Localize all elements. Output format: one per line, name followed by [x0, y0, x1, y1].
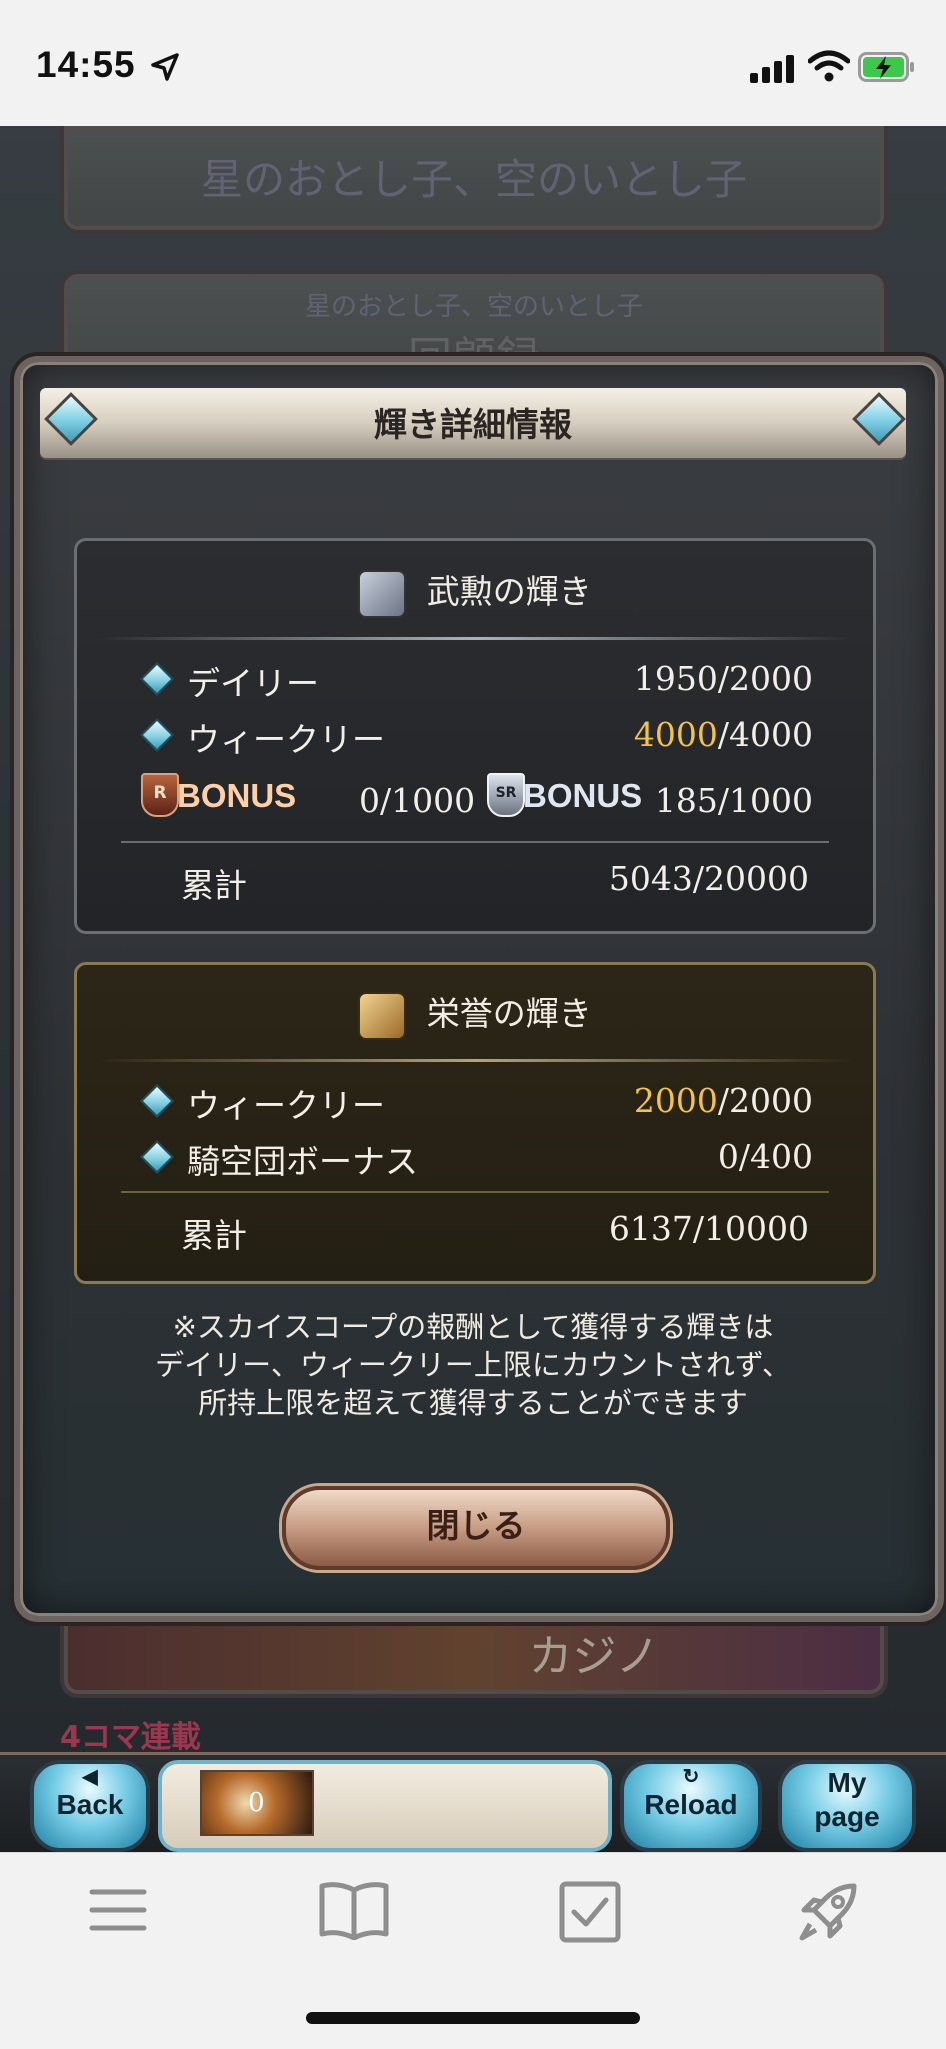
- row-value: 1950/2000: [633, 659, 813, 698]
- total-value: 6137/10000: [608, 1209, 809, 1248]
- header-divider: [97, 1059, 853, 1062]
- status-time: 14:55: [36, 44, 136, 85]
- bonus-sr-value: 185/1000: [654, 781, 813, 820]
- mypage-button[interactable]: My page: [778, 1760, 916, 1852]
- rocket-icon[interactable]: [796, 1880, 860, 1944]
- total-label: 累計: [181, 1216, 247, 1255]
- daily-row: デイリー 1950/2000: [137, 657, 813, 703]
- reload-label: Reload: [644, 1789, 738, 1820]
- reload-button[interactable]: ↻ Reload: [620, 1760, 762, 1852]
- battery-charging-icon: [858, 52, 914, 82]
- back-arrow-icon: ◀: [82, 1766, 98, 1788]
- bonus-sr-label: BONUS: [523, 777, 643, 814]
- honor-glow-section: 栄誉の輝き ウィークリー 2000/2000 騎空団ボーナス 0/400 累計 …: [74, 962, 876, 1284]
- reload-icon: ↻: [682, 1766, 700, 1788]
- bonus-r-value: 0/1000: [359, 781, 476, 820]
- orb-count: 0: [248, 1788, 265, 1818]
- mypage-label-line2: page: [814, 1801, 880, 1832]
- row-value: 4000/4000: [633, 715, 813, 754]
- weekly-row: ウィークリー 2000/2000: [137, 1079, 813, 1125]
- total-label: 累計: [181, 866, 247, 905]
- menu-icon[interactable]: [88, 1880, 148, 1940]
- section-header: 栄誉の輝き: [77, 987, 873, 1040]
- row-separator: [121, 1191, 829, 1193]
- back-label: Back: [56, 1789, 124, 1820]
- close-button[interactable]: 閉じる: [282, 1486, 670, 1570]
- crew-bonus-row: 騎空団ボーナス 0/400: [137, 1135, 813, 1181]
- cellular-signal-icon: [750, 55, 794, 83]
- row-label: ウィークリー: [187, 720, 385, 759]
- note-line: 所持上限を超えて獲得することができます: [198, 1386, 748, 1420]
- total-value: 5043/20000: [608, 859, 809, 898]
- valor-glow-section: 武勲の輝き デイリー 1950/2000 ウィークリー 4000/4000 R …: [74, 538, 876, 934]
- skyscope-note: ※スカイスコープの報酬として獲得する輝きは デイリー、ウィークリー上限にカウント…: [80, 1308, 866, 1422]
- header-divider: [97, 637, 853, 640]
- diamond-bullet-icon: [140, 1084, 174, 1118]
- r-badge-icon: R: [141, 773, 179, 817]
- row-value: 0/400: [717, 1137, 813, 1176]
- book-icon[interactable]: [318, 1880, 390, 1940]
- location-arrow-icon: [151, 53, 179, 81]
- section-title: 栄誉の輝き: [426, 994, 592, 1033]
- row-value: 2000/2000: [633, 1081, 813, 1120]
- row-label: ウィークリー: [187, 1086, 385, 1125]
- diamond-bullet-icon: [140, 662, 174, 696]
- home-indicator[interactable]: [306, 2012, 640, 2024]
- row-separator: [121, 841, 829, 843]
- note-line: ※スカイスコープの報酬として獲得する輝きは: [172, 1310, 774, 1344]
- dialog-title: 輝き詳細情報: [374, 405, 572, 444]
- weekly-row: ウィークリー 4000/4000: [137, 713, 813, 759]
- wifi-icon: [808, 50, 850, 82]
- row-label: デイリー: [187, 664, 319, 703]
- back-button[interactable]: ◀ Back: [30, 1760, 150, 1852]
- section-title: 武勲の輝き: [426, 572, 592, 611]
- mypage-label-line1: My: [827, 1767, 867, 1798]
- valor-glow-icon: [358, 569, 407, 618]
- bonus-r-label: BONUS: [177, 777, 297, 814]
- row-label: 騎空団ボーナス: [187, 1142, 418, 1181]
- diamond-bullet-icon: [140, 1140, 174, 1174]
- note-line: デイリー、ウィークリー上限にカウントされず、: [155, 1348, 791, 1382]
- section-header: 武勲の輝き: [77, 565, 873, 618]
- honor-glow-icon: [358, 991, 407, 1040]
- diamond-bullet-icon: [140, 718, 174, 752]
- checkbox-icon[interactable]: [558, 1880, 622, 1944]
- status-bar: 14:55: [0, 0, 946, 126]
- sr-badge-icon: SR: [487, 773, 525, 817]
